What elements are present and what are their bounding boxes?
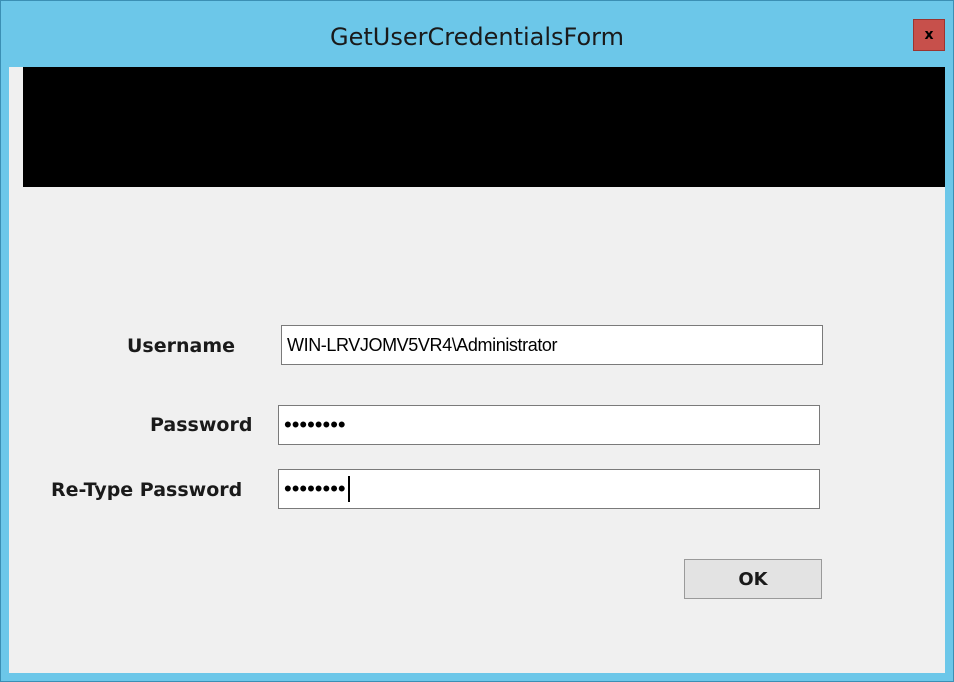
text-caret <box>347 476 350 502</box>
password-field[interactable]: •••••••• <box>278 405 820 445</box>
header-banner <box>23 67 945 187</box>
retype-password-label: Re-Type Password <box>51 479 243 501</box>
dialog-body: Username WIN-LRVJOMV5VR4\Administrator P… <box>9 67 945 673</box>
password-label: Password <box>150 414 253 436</box>
username-label: Username <box>127 335 236 357</box>
retype-password-mask: •••••••• <box>284 476 346 501</box>
username-field[interactable]: WIN-LRVJOMV5VR4\Administrator <box>281 325 823 365</box>
retype-password-field[interactable]: •••••••• <box>278 469 820 509</box>
close-button[interactable]: x <box>913 19 945 51</box>
close-icon: x <box>924 27 934 43</box>
password-mask: •••••••• <box>284 412 346 437</box>
window-title: GetUserCredentialsForm <box>330 23 624 51</box>
ok-button[interactable]: OK <box>684 559 822 599</box>
credentials-dialog: GetUserCredentialsForm x Username WIN-LR… <box>0 0 954 682</box>
title-bar[interactable]: GetUserCredentialsForm x <box>1 1 953 67</box>
